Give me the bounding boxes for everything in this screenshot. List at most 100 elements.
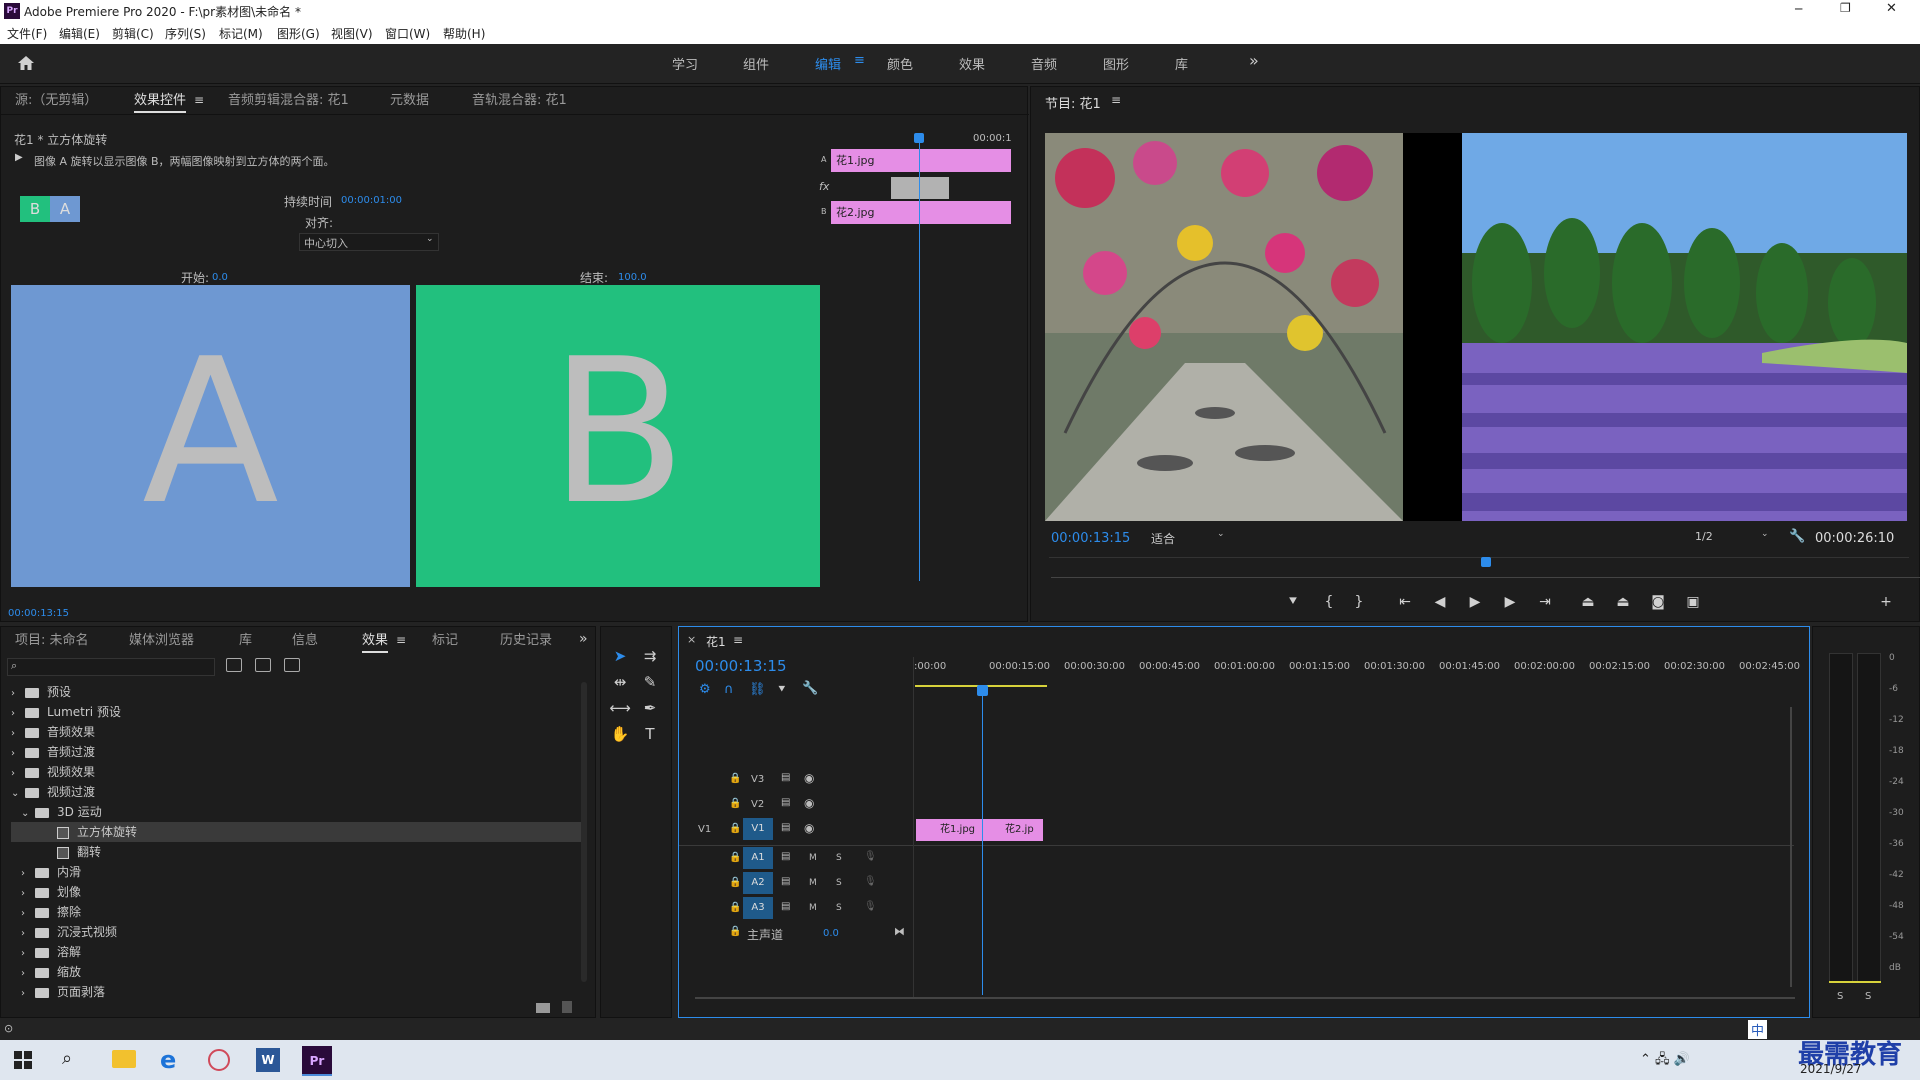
step-back-icon[interactable]: ◀ — [1428, 594, 1452, 610]
effects-scrollbar[interactable] — [581, 682, 587, 982]
tab-markers[interactable]: 标记 — [432, 627, 458, 655]
program-scrollbar[interactable] — [1051, 577, 1920, 578]
workspace-graphics[interactable]: 图形 — [1103, 54, 1129, 73]
sync-lock-icon[interactable]: ▤ — [781, 797, 790, 808]
tab-menu-icon[interactable]: ≡ — [396, 633, 406, 647]
sequence-tab[interactable]: 花1 — [706, 633, 726, 650]
chevron-right-icon[interactable]: › — [21, 904, 35, 924]
tab-menu-icon[interactable]: ≡ — [194, 93, 204, 107]
step-forward-icon[interactable]: ▶ — [1498, 594, 1522, 610]
clock-date[interactable]: 2021/9/27 — [1800, 1062, 1862, 1076]
workspace-libraries[interactable]: 库 — [1175, 54, 1188, 73]
button-editor-icon[interactable]: + — [1874, 594, 1898, 610]
lift-icon[interactable]: ⏏ — [1576, 594, 1600, 610]
effects-tree-item[interactable]: › 沉浸式视频 — [11, 922, 586, 942]
mute-a1[interactable]: M — [809, 853, 817, 863]
effects-search-input[interactable]: ⌕ — [7, 658, 215, 676]
chevron-right-icon[interactable]: › — [21, 864, 35, 884]
new-bin-icon[interactable] — [536, 1003, 550, 1013]
menu-sequence[interactable]: 序列(S) — [165, 25, 206, 42]
program-menu-icon[interactable]: ≡ — [1111, 93, 1121, 107]
track-select-tool-icon[interactable]: ⇉ — [639, 645, 661, 667]
chevron-right-icon[interactable]: › — [11, 724, 25, 744]
eye-icon[interactable]: ◉ — [804, 771, 814, 785]
lock-icon[interactable]: 🔒 — [729, 823, 741, 834]
sync-lock-icon[interactable]: ▤ — [781, 901, 790, 912]
master-go-to-icon[interactable]: ⧓ — [894, 925, 905, 938]
solo-a1[interactable]: S — [836, 853, 842, 863]
workspace-effects[interactable]: 效果 — [959, 54, 985, 73]
transition-thumbnail[interactable]: B A — [20, 196, 80, 222]
menu-edit[interactable]: 编辑(E) — [59, 25, 100, 42]
lock-icon[interactable]: 🔒 — [729, 773, 741, 784]
menu-marker[interactable]: 标记(M) — [219, 25, 263, 42]
tab-effects[interactable]: 效果 — [362, 627, 389, 655]
tab-effect-controls[interactable]: 效果控件 — [134, 87, 187, 115]
file-explorer-icon[interactable] — [112, 1050, 136, 1068]
timeline-timecode[interactable]: 00:00:13:15 — [695, 657, 787, 675]
play-icon[interactable]: ▶ — [1463, 594, 1487, 610]
sync-lock-icon[interactable]: ▤ — [781, 876, 790, 887]
zoom-dropdown[interactable]: 适合 ⌄ — [1147, 529, 1233, 547]
accelerated-effects-icon[interactable] — [226, 658, 242, 672]
start-value[interactable]: 0.0 — [212, 272, 228, 283]
solo-a2[interactable]: S — [836, 878, 842, 888]
mark-in-icon[interactable]: { — [1317, 594, 1341, 610]
add-marker-icon[interactable]: ⯆ — [1281, 594, 1305, 610]
workspace-audio[interactable]: 音频 — [1031, 54, 1057, 73]
effects-tree-item[interactable]: ⌄ 视频过渡 — [11, 782, 586, 802]
razor-tool-icon[interactable]: ✎ — [639, 671, 661, 693]
solo-a3[interactable]: S — [836, 903, 842, 913]
effects-tree-item[interactable]: › 页面剥落 — [11, 982, 586, 1002]
effect-controls-timecode[interactable]: 00:00:13:15 — [8, 608, 69, 619]
resolution-dropdown[interactable]: 1/2 ⌄ — [1691, 529, 1777, 547]
track-a1-label[interactable]: A1 — [743, 847, 773, 869]
timeline-settings-icon[interactable]: 🔧 — [802, 681, 818, 696]
wrench-icon[interactable]: 🔧 — [1789, 529, 1805, 544]
home-icon[interactable] — [17, 54, 35, 72]
32bit-effects-icon[interactable] — [255, 658, 271, 672]
timeline-horizontal-scrollbar[interactable] — [695, 997, 1795, 999]
mini-transition[interactable] — [891, 177, 949, 199]
effects-tree-item[interactable]: › 溶解 — [11, 942, 586, 962]
align-dropdown[interactable]: 中心切入 ⌄ — [299, 233, 439, 251]
go-to-out-icon[interactable]: ⇥ — [1533, 594, 1557, 610]
chevron-right-icon[interactable]: › — [11, 744, 25, 764]
workspace-learn[interactable]: 学习 — [672, 54, 698, 73]
program-video-frame[interactable] — [1045, 133, 1907, 521]
sync-lock-icon[interactable]: ▤ — [781, 822, 790, 833]
pen-tool-icon[interactable]: ✒ — [639, 697, 661, 719]
menu-clip[interactable]: 剪辑(C) — [112, 25, 154, 42]
add-marker-icon[interactable]: ⯆ — [777, 682, 787, 697]
tab-audio-track-mixer[interactable]: 音轨混合器: 花1 — [472, 87, 567, 115]
mute-a2[interactable]: M — [809, 878, 817, 888]
timeline-vertical-scrollbar[interactable] — [1790, 707, 1792, 987]
program-time-ruler[interactable] — [1049, 557, 1909, 573]
workspace-menu-icon[interactable]: ≡ — [854, 53, 865, 68]
comparison-view-icon[interactable]: ▣ — [1681, 594, 1705, 610]
microphone-icon[interactable]: 🎙 — [864, 901, 877, 912]
solo-left-button[interactable]: S — [1837, 991, 1843, 1002]
chevron-down-icon[interactable]: ⌄ — [11, 784, 25, 804]
menu-window[interactable]: 窗口(W) — [385, 25, 430, 42]
master-volume[interactable]: 0.0 — [823, 928, 839, 939]
sync-lock-icon[interactable]: ▤ — [781, 851, 790, 862]
microphone-icon[interactable]: 🎙 — [864, 876, 877, 887]
tab-project[interactable]: 项目: 未命名 — [15, 627, 89, 655]
edge-icon[interactable]: e — [160, 1046, 176, 1074]
chevron-right-icon[interactable]: › — [11, 764, 25, 784]
chevron-right-icon[interactable]: › — [21, 884, 35, 904]
export-frame-icon[interactable]: ◙ — [1646, 594, 1670, 610]
workspace-color[interactable]: 颜色 — [887, 54, 913, 73]
effects-tree-item[interactable]: 翻转 — [11, 842, 586, 862]
start-preview[interactable]: A — [11, 285, 410, 587]
effects-tree-item[interactable]: › 视频效果 — [11, 762, 586, 782]
lock-icon[interactable]: 🔒 — [729, 877, 741, 888]
tab-source[interactable]: 源:（无剪辑） — [15, 87, 97, 115]
track-v2-label[interactable]: V2 — [751, 799, 764, 810]
windows-start-icon[interactable] — [14, 1051, 32, 1069]
effects-tree-item[interactable]: › 划像 — [11, 882, 586, 902]
sequence-menu-icon[interactable]: ≡ — [733, 633, 743, 647]
yuv-effects-icon[interactable] — [284, 658, 300, 672]
ripple-edit-tool-icon[interactable]: ⇹ — [609, 671, 631, 693]
